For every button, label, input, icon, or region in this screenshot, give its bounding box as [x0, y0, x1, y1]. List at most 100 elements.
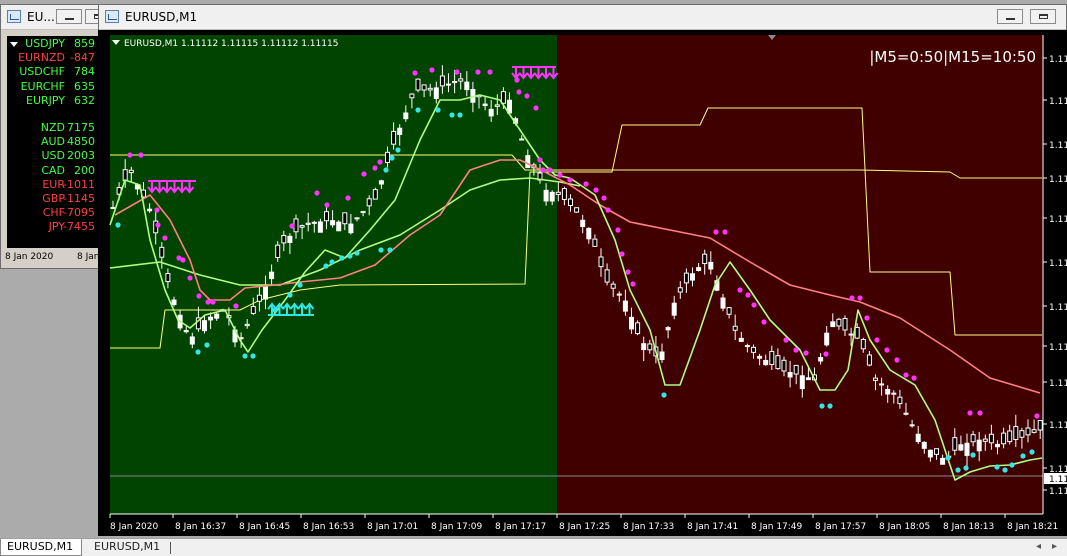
chart-window-title: EURUSD,M1 — [125, 10, 198, 24]
pair-strength-row[interactable]: USDJPY 859 — [7, 37, 98, 51]
buy-signal-dot — [250, 353, 256, 359]
buy-signal-dot — [963, 465, 969, 471]
candle-body — [1007, 430, 1013, 443]
candle-body — [738, 337, 744, 342]
minimize-button[interactable] — [56, 9, 82, 24]
buy-signal-dot — [383, 167, 389, 173]
sell-signal-dot — [713, 229, 719, 235]
candle-body — [940, 457, 946, 465]
candle-body — [391, 130, 397, 145]
symbol-name: JPY — [48, 220, 65, 234]
expand-triangle-icon[interactable] — [10, 42, 18, 47]
candle-body — [744, 345, 750, 348]
sell-signal-dot — [540, 167, 546, 173]
candle-body — [781, 359, 787, 372]
buy-signal-dot — [819, 403, 825, 409]
tab-scroll-left-icon[interactable]: ◂ — [1036, 541, 1041, 552]
candle-body — [348, 223, 354, 234]
buy-signal-dot — [395, 147, 401, 153]
candle-body — [909, 424, 915, 427]
maximize-button[interactable] — [1030, 9, 1056, 24]
symbol-name: EURCHF — [20, 79, 65, 93]
minimize-icon — [1006, 18, 1015, 20]
sell-signal-dot — [524, 93, 530, 99]
candle-body — [208, 316, 214, 321]
currency-strength-row[interactable]: AUD 4850 — [7, 135, 98, 149]
candle-body — [409, 93, 415, 99]
minimize-button[interactable] — [997, 9, 1023, 24]
buy-signal-dot — [1009, 462, 1015, 468]
sell-signal-dot — [625, 269, 631, 275]
candle-body — [647, 343, 653, 351]
currency-strength-row[interactable]: JPY -7455 — [7, 220, 98, 234]
candle-body — [751, 346, 756, 353]
candle-body — [903, 412, 909, 415]
price-tick-label: 1.11 — [1049, 303, 1067, 313]
candle-body — [824, 332, 830, 346]
candle-body — [757, 355, 763, 359]
currency-strength-table: USDJPY 859 EURNZD -847 USDCHF 784 EURCHF 635 EUR… — [7, 36, 98, 248]
candle-body — [635, 322, 641, 335]
buy-signal-dot — [945, 455, 951, 461]
buy-signal-dot — [389, 155, 395, 161]
currency-strength-row[interactable]: USD 2003 — [7, 149, 98, 163]
tab-scroll-right-icon[interactable]: ▸ — [1052, 541, 1057, 552]
pair-strength-row[interactable]: EURCHF 635 — [7, 80, 98, 94]
sell-signal-dot — [793, 347, 799, 353]
pair-strength-row[interactable]: EURJPY 632 — [7, 94, 98, 108]
candle-body — [378, 180, 384, 185]
candle-body — [494, 104, 500, 107]
candle-body — [891, 392, 897, 395]
candle-body — [336, 221, 342, 232]
candle-body — [604, 269, 610, 283]
currency-strength-row[interactable]: CHF -7095 — [7, 206, 98, 220]
buy-signal-dot — [435, 107, 441, 113]
sell-signal-dot — [533, 105, 539, 111]
pair-strength-row[interactable]: USDCHF 784 — [7, 65, 98, 79]
candle-body — [372, 189, 378, 200]
candle-body — [275, 244, 281, 259]
candle-body — [671, 302, 677, 316]
candle-body — [281, 234, 287, 244]
sell-signal-dot — [361, 171, 367, 177]
candle-body — [622, 300, 628, 312]
candle-body — [1019, 430, 1025, 438]
buy-signal-dot — [415, 107, 421, 113]
currency-strength-row[interactable]: NZD 7175 — [7, 121, 98, 135]
candle-body — [427, 87, 433, 91]
candle-body — [610, 283, 616, 289]
buy-signal-dot — [297, 282, 303, 288]
market-watch-title: EU... — [27, 10, 55, 24]
candle-body — [592, 238, 598, 247]
market-watch-titlebar[interactable]: EU... — [1, 5, 111, 30]
candle-body — [598, 256, 604, 268]
sell-signal-dot — [803, 350, 809, 356]
symbol-value: -1145 — [63, 192, 95, 205]
candle-body — [488, 108, 494, 117]
candle-body — [452, 81, 458, 84]
buy-signal-dot — [457, 112, 463, 118]
time-tick-label: 8 Jan 16:37 — [175, 522, 226, 532]
currency-strength-row[interactable]: CAD 200 — [7, 164, 98, 178]
pair-strength-row[interactable]: EURNZD -847 — [7, 51, 98, 65]
candle-body — [1037, 419, 1043, 431]
sell-signal-dot — [894, 357, 900, 363]
currency-strength-row[interactable]: GBP -1145 — [7, 192, 98, 206]
candle-body — [805, 377, 811, 381]
candle-body — [287, 235, 293, 243]
price-tick-label: 1.11 — [1049, 141, 1067, 151]
sell-signal-dot — [737, 287, 743, 293]
candle-body — [964, 442, 970, 456]
currency-strength-row[interactable]: EUR -1011 — [7, 178, 98, 192]
chart-window-titlebar[interactable]: EURUSD,M1 — [99, 5, 1066, 30]
candle-body — [995, 443, 1000, 448]
chart-tab-bar: EURUSD,M1 EURUSD,M1 ◂ ▸ — [0, 538, 1067, 556]
bullish-zone — [110, 35, 557, 514]
sell-signal-dot — [345, 195, 351, 201]
price-chart[interactable]: 1.11 1.11 1.11 1.11 1.11 1.11 1.11 1.11 1.11 1.11… — [98, 30, 1067, 536]
price-tick-label: 1.11 — [1049, 487, 1067, 497]
tab-eurusd-m1-1[interactable]: EURUSD,M1 — [0, 539, 82, 556]
candle-body — [403, 112, 409, 120]
symbol-value: 632 — [74, 93, 95, 107]
tab-eurusd-m1-2[interactable]: EURUSD,M1 — [88, 539, 166, 556]
